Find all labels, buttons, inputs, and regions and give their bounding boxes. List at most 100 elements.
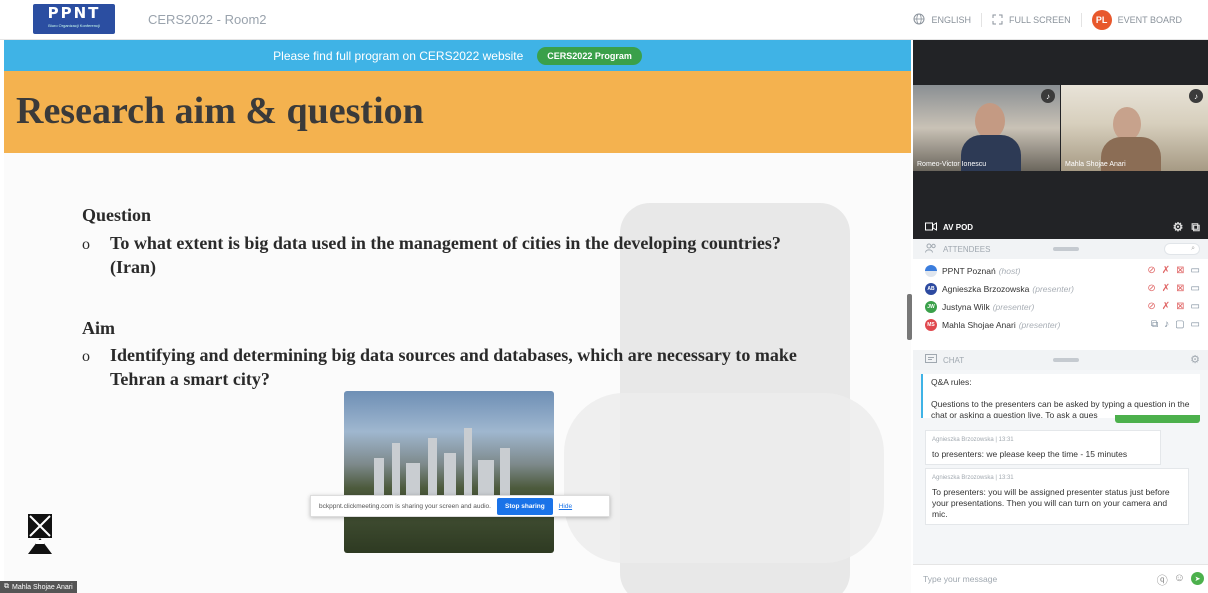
language-label: ENGLISH <box>931 15 971 25</box>
rules-title: Q&A rules: <box>931 377 972 387</box>
chat-message: Agnieszka Brzozowska | 13:31 To presente… <box>925 468 1189 525</box>
collapse-handle[interactable] <box>1053 358 1079 362</box>
question-text-line1: To what extent is big data used in the m… <box>110 233 781 253</box>
program-button[interactable]: CERS2022 Program <box>537 46 642 65</box>
attendee-search[interactable]: ⌕ <box>1164 243 1200 255</box>
mic-off-icon[interactable]: ✗ <box>1162 265 1170 276</box>
share-off-icon[interactable]: ⊘ <box>1147 265 1155 276</box>
share-off-icon[interactable]: ⊘ <box>1147 283 1155 294</box>
video-name: Romeo-Victor Ionescu <box>917 161 987 168</box>
slide-title-bar: Research aim & question <box>4 71 911 153</box>
camera-off-icon[interactable]: ⊠ <box>1176 301 1184 312</box>
satellite-dish-icon <box>28 514 52 554</box>
mic-icon: ♪ <box>1189 89 1203 103</box>
camera-icon[interactable]: ▢ <box>1175 319 1184 330</box>
settings-icon[interactable]: ⚙ <box>1190 353 1200 366</box>
bullet-icon: o <box>82 236 90 253</box>
share-icon: ⧉ <box>4 583 9 590</box>
send-icon[interactable]: ➤ <box>1191 572 1204 585</box>
video-area: ♪ Romeo-Victor Ionescu ♪ Mahla Shojae An… <box>913 40 1208 215</box>
settings-icon[interactable]: ⚙ <box>1173 220 1184 235</box>
avatar: JW <box>925 301 937 313</box>
logo-text: PPNT <box>47 4 101 22</box>
mic-off-icon[interactable]: ✗ <box>1162 301 1170 312</box>
screen-share-bar: bckppnt.clickmeeting.com is sharing your… <box>310 495 610 517</box>
background-hand-image <box>564 393 884 563</box>
attendees-label: ATTENDEES <box>943 244 991 254</box>
logo-subtitle: Biuro Organizacji Konferencji <box>48 23 100 28</box>
av-pod-header: AV POD ⚙ ⧉ <box>913 215 1208 239</box>
attendee-name: Justyna Wilk <box>942 302 990 312</box>
chat-input-bar[interactable]: Type your message ⓠ ☺ ➤ <box>913 564 1208 593</box>
attendee-role: (presenter) <box>992 302 1035 312</box>
room-title: CERS2022 - Room2 <box>148 12 267 27</box>
message-text: to presenters: we please keep the time -… <box>932 449 1128 459</box>
ppnt-logo[interactable]: PPNT Biuro Organizacji Konferencji <box>33 4 115 34</box>
share-icon[interactable]: ⧉ <box>1151 319 1158 330</box>
right-panel: ♪ Romeo-Victor Ionescu ♪ Mahla Shojae An… <box>913 40 1208 593</box>
video-tile[interactable]: ♪ Romeo-Victor Ionescu <box>913 85 1060 171</box>
attendee-row[interactable]: MS Mahla Shojae Anari (presenter) ⧉ ♪ ▢ ▭ <box>913 316 1208 334</box>
user-avatar: PL <box>1091 10 1112 30</box>
language-button[interactable]: ENGLISH <box>903 13 982 27</box>
tehran-city-image <box>344 391 554 553</box>
video-tile[interactable]: ♪ Mahla Shojae Anari <box>1061 85 1208 171</box>
question-heading: Question <box>82 205 152 225</box>
mic-icon: ♪ <box>1041 89 1055 103</box>
screen-icon[interactable]: ▭ <box>1191 301 1200 312</box>
attendees-icon <box>925 243 937 255</box>
screen-icon[interactable]: ▭ <box>1191 283 1200 294</box>
share-off-icon[interactable]: ⊘ <box>1147 301 1155 312</box>
aim-heading: Aim <box>82 318 115 338</box>
camera-off-icon[interactable]: ⊠ <box>1176 283 1184 294</box>
collapse-handle[interactable] <box>1053 247 1079 251</box>
attendees-header[interactable]: ATTENDEES ⌕ <box>913 239 1208 259</box>
screen-icon[interactable]: ▭ <box>1191 319 1200 330</box>
av-pod-label: AV POD <box>943 222 974 232</box>
question-text-line2: (Iran) <box>110 257 156 277</box>
message-meta: Agnieszka Brzozowska | 13:31 <box>932 475 1014 481</box>
hide-link[interactable]: Hide <box>559 503 572 510</box>
attendee-row[interactable]: AB Agnieszka Brzozowska (presenter) ⊘ ✗ ⊠ ▭ <box>913 280 1208 298</box>
emoji-icon[interactable]: ☺ <box>1174 572 1185 588</box>
slide-title: Research aim & question <box>16 90 424 132</box>
program-banner: Please find full program on CERS2022 web… <box>4 40 911 71</box>
attendee-role: (presenter) <box>1032 284 1074 294</box>
attendee-row[interactable]: JW Justyna Wilk (presenter) ⊘ ✗ ⊠ ▭ <box>913 298 1208 316</box>
screen-icon[interactable]: ▭ <box>1191 265 1200 276</box>
rules-expand-tab[interactable] <box>1115 415 1200 423</box>
mic-off-icon[interactable]: ✗ <box>1162 283 1170 294</box>
attendee-row[interactable]: PPNT Poznań (host) ⊘ ✗ ⊠ ▭ <box>913 262 1208 280</box>
question-icon[interactable]: ⓠ <box>1157 572 1168 588</box>
panel-resize-handle[interactable] <box>907 294 912 340</box>
question-item: o To what extent is big data used in the … <box>82 232 902 278</box>
fullscreen-label: FULL SCREEN <box>1008 15 1071 25</box>
attendee-role: (host) <box>998 266 1021 276</box>
active-speaker-name: Mahla Shojae Anari <box>12 583 73 591</box>
slide-body: Question o To what extent is big data use… <box>4 153 911 593</box>
popout-icon[interactable]: ⧉ <box>1191 220 1200 235</box>
aim-text-line2: Tehran a smart city? <box>110 369 270 389</box>
message-meta: Agnieszka Brzozowska | 13:31 <box>932 437 1014 443</box>
attendee-list: PPNT Poznań (host) ⊘ ✗ ⊠ ▭ AB Agnieszka Brz… <box>913 262 1208 334</box>
attendee-name: Mahla Shojae Anari <box>942 320 1016 330</box>
fullscreen-button[interactable]: FULL SCREEN <box>982 13 1082 27</box>
attendee-name: PPNT Poznań <box>942 266 996 276</box>
message-text: To presenters: you will be assigned pres… <box>932 487 1170 519</box>
banner-text: Please find full program on CERS2022 web… <box>273 48 524 63</box>
active-speaker-tag: ⧉ Mahla Shojae Anari <box>0 581 77 593</box>
globe-icon <box>913 13 925 27</box>
event-board-label: EVENT BOARD <box>1117 15 1182 25</box>
aim-item: o Identifying and determining big data so… <box>82 344 902 390</box>
camera-off-icon[interactable]: ⊠ <box>1176 265 1184 276</box>
attendee-name: Agnieszka Brzozowska <box>942 284 1030 294</box>
camera-icon <box>925 221 937 233</box>
chat-header[interactable]: CHAT ⚙ <box>913 350 1208 370</box>
mic-icon[interactable]: ♪ <box>1164 319 1169 330</box>
chat-input[interactable]: Type your message <box>923 574 997 584</box>
attendee-role: (presenter) <box>1018 320 1061 330</box>
event-board-button[interactable]: PL EVENT BOARD <box>1082 10 1192 30</box>
chat-messages: Q&A rules: Questions to the presenters c… <box>913 370 1208 570</box>
stop-sharing-button[interactable]: Stop sharing <box>496 497 553 515</box>
top-menu: ENGLISH FULL SCREEN PL EVENT BOARD <box>903 0 1192 40</box>
